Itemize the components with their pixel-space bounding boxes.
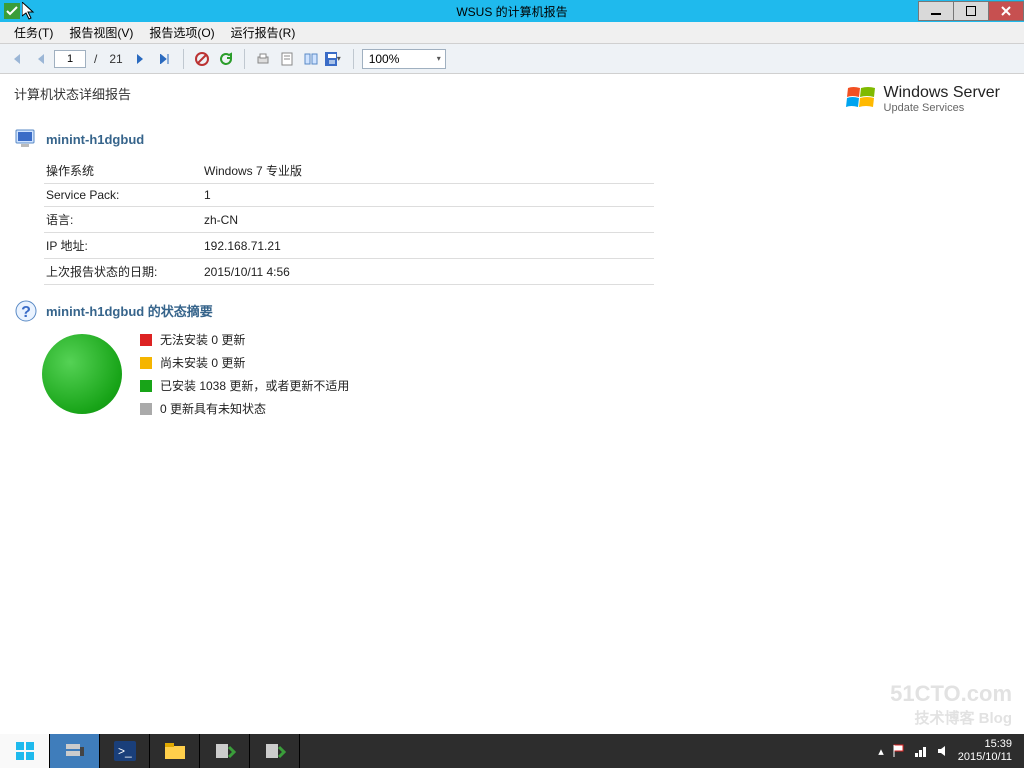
minimize-button[interactable] bbox=[918, 1, 954, 21]
windows-flag-icon bbox=[846, 84, 876, 114]
watermark-line2: 技术博客 Blog bbox=[890, 707, 1012, 728]
swatch-red-icon bbox=[140, 334, 152, 346]
print-button[interactable] bbox=[253, 49, 273, 69]
table-row: 操作系统Windows 7 专业版 bbox=[44, 158, 654, 184]
svg-text:>_: >_ bbox=[118, 744, 132, 758]
computer-info-table: 操作系统Windows 7 专业版 Service Pack:1 语言:zh-C… bbox=[44, 158, 654, 285]
legend-item-needed: 尚未安装 0 更新 bbox=[140, 354, 349, 371]
brand-line2: Update Services bbox=[884, 102, 1000, 114]
window-title: WSUS 的计算机报告 bbox=[456, 3, 567, 20]
chevron-down-icon: ▾ bbox=[437, 54, 445, 63]
zoom-value: 100% bbox=[369, 52, 400, 66]
tray-chevron-up-icon[interactable]: ▴ bbox=[878, 745, 884, 758]
legend-item-installed: 已安装 1038 更新，或者更新不适用 bbox=[140, 377, 349, 394]
legend-item-failed: 无法安装 0 更新 bbox=[140, 331, 349, 348]
menubar: 任务(T) 报告视图(V) 报告选项(O) 运行报告(R) bbox=[0, 22, 1024, 44]
info-label: Service Pack: bbox=[44, 184, 202, 207]
table-row: 上次报告状态的日期:2015/10/11 4:56 bbox=[44, 259, 654, 285]
print-layout-button[interactable] bbox=[277, 49, 297, 69]
swatch-gray-icon bbox=[140, 403, 152, 415]
toolbar-separator bbox=[244, 49, 245, 69]
task-wsus-1[interactable] bbox=[200, 734, 250, 768]
task-wsus-2[interactable] bbox=[250, 734, 300, 768]
clock-time: 15:39 bbox=[958, 738, 1012, 751]
start-button[interactable] bbox=[0, 734, 50, 768]
legend-label: 无法安装 0 更新 bbox=[160, 331, 245, 348]
page-sep-label: / bbox=[90, 52, 101, 66]
info-value: zh-CN bbox=[202, 207, 654, 233]
status-legend: 无法安装 0 更新 尚未安装 0 更新 已安装 1038 更新，或者更新不适用 … bbox=[140, 331, 349, 417]
page-setup-button[interactable] bbox=[301, 49, 321, 69]
report-header: 计算机状态详细报告 Windows Server Update Services bbox=[14, 84, 1010, 114]
next-page-button[interactable] bbox=[131, 49, 151, 69]
clock[interactable]: 15:39 2015/10/11 bbox=[958, 738, 1016, 764]
toolbar-separator bbox=[353, 49, 354, 69]
maximize-button[interactable] bbox=[953, 1, 989, 21]
info-label: 操作系统 bbox=[44, 158, 202, 184]
close-button[interactable] bbox=[988, 1, 1024, 21]
table-row: Service Pack:1 bbox=[44, 184, 654, 207]
info-value: 192.168.71.21 bbox=[202, 233, 654, 259]
page-number-input[interactable] bbox=[54, 50, 86, 68]
taskbar: >_ ▴ 15:39 2015/10/11 bbox=[0, 734, 1024, 768]
status-circle-icon bbox=[42, 334, 122, 414]
swatch-yellow-icon bbox=[140, 357, 152, 369]
cursor-icon bbox=[22, 2, 36, 20]
windows-server-brand: Windows Server Update Services bbox=[846, 84, 1000, 114]
first-page-button[interactable] bbox=[6, 49, 26, 69]
help-icon: ? bbox=[14, 299, 38, 321]
info-label: 语言: bbox=[44, 207, 202, 233]
menu-report-options[interactable]: 报告选项(O) bbox=[141, 24, 222, 41]
last-page-button[interactable] bbox=[155, 49, 175, 69]
task-powershell[interactable]: >_ bbox=[100, 734, 150, 768]
summary-section-title: minint-h1dgbud 的状态摘要 bbox=[46, 301, 213, 320]
report-body: 计算机状态详细报告 Windows Server Update Services bbox=[0, 74, 1024, 734]
info-label: 上次报告状态的日期: bbox=[44, 259, 202, 285]
clock-date: 2015/10/11 bbox=[958, 751, 1012, 764]
status-summary-section: ? minint-h1dgbud 的状态摘要 无法安装 0 更新 尚未安装 0 … bbox=[14, 299, 1010, 417]
computer-section: minint-h1dgbud 操作系统Windows 7 专业版 Service… bbox=[14, 128, 1010, 285]
info-label: IP 地址: bbox=[44, 233, 202, 259]
info-value: 1 bbox=[202, 184, 654, 207]
toolbar: / 21 ▾ 100% ▾ bbox=[0, 44, 1024, 74]
titlebar: WSUS 的计算机报告 bbox=[0, 0, 1024, 22]
refresh-button[interactable] bbox=[216, 49, 236, 69]
menu-tasks[interactable]: 任务(T) bbox=[6, 24, 61, 41]
stop-button[interactable] bbox=[192, 49, 212, 69]
legend-item-unknown: 0 更新具有未知状态 bbox=[140, 400, 349, 417]
menu-report-view[interactable]: 报告视图(V) bbox=[61, 24, 141, 41]
info-value: 2015/10/11 4:56 bbox=[202, 259, 654, 285]
legend-label: 尚未安装 0 更新 bbox=[160, 354, 245, 371]
menu-run-report[interactable]: 运行报告(R) bbox=[223, 24, 304, 41]
swatch-green-icon bbox=[140, 380, 152, 392]
task-explorer[interactable] bbox=[150, 734, 200, 768]
legend-label: 0 更新具有未知状态 bbox=[160, 400, 266, 417]
table-row: 语言:zh-CN bbox=[44, 207, 654, 233]
computer-icon bbox=[14, 128, 38, 150]
tray-network-icon[interactable] bbox=[914, 744, 928, 758]
legend-label: 已安装 1038 更新，或者更新不适用 bbox=[160, 377, 349, 394]
zoom-dropdown[interactable]: 100% ▾ bbox=[362, 49, 446, 69]
task-server-manager[interactable] bbox=[50, 734, 100, 768]
page-total-label: 21 bbox=[105, 52, 126, 66]
prev-page-button[interactable] bbox=[30, 49, 50, 69]
info-value: Windows 7 专业版 bbox=[202, 158, 654, 184]
watermark-line1: 51CTO.com bbox=[890, 681, 1012, 707]
tray-flag-icon[interactable] bbox=[892, 744, 906, 758]
app-icon bbox=[4, 3, 20, 19]
report-title: 计算机状态详细报告 bbox=[14, 84, 846, 103]
watermark: 51CTO.com 技术博客 Blog bbox=[890, 681, 1012, 728]
window-controls bbox=[919, 1, 1024, 21]
save-button[interactable]: ▾ bbox=[325, 49, 345, 69]
toolbar-separator bbox=[183, 49, 184, 69]
tray-volume-icon[interactable] bbox=[936, 744, 950, 758]
computer-section-title: minint-h1dgbud bbox=[46, 132, 144, 147]
table-row: IP 地址:192.168.71.21 bbox=[44, 233, 654, 259]
svg-text:?: ? bbox=[21, 304, 31, 321]
system-tray: ▴ 15:39 2015/10/11 bbox=[870, 738, 1024, 764]
brand-line1: Windows Server bbox=[884, 84, 1000, 102]
